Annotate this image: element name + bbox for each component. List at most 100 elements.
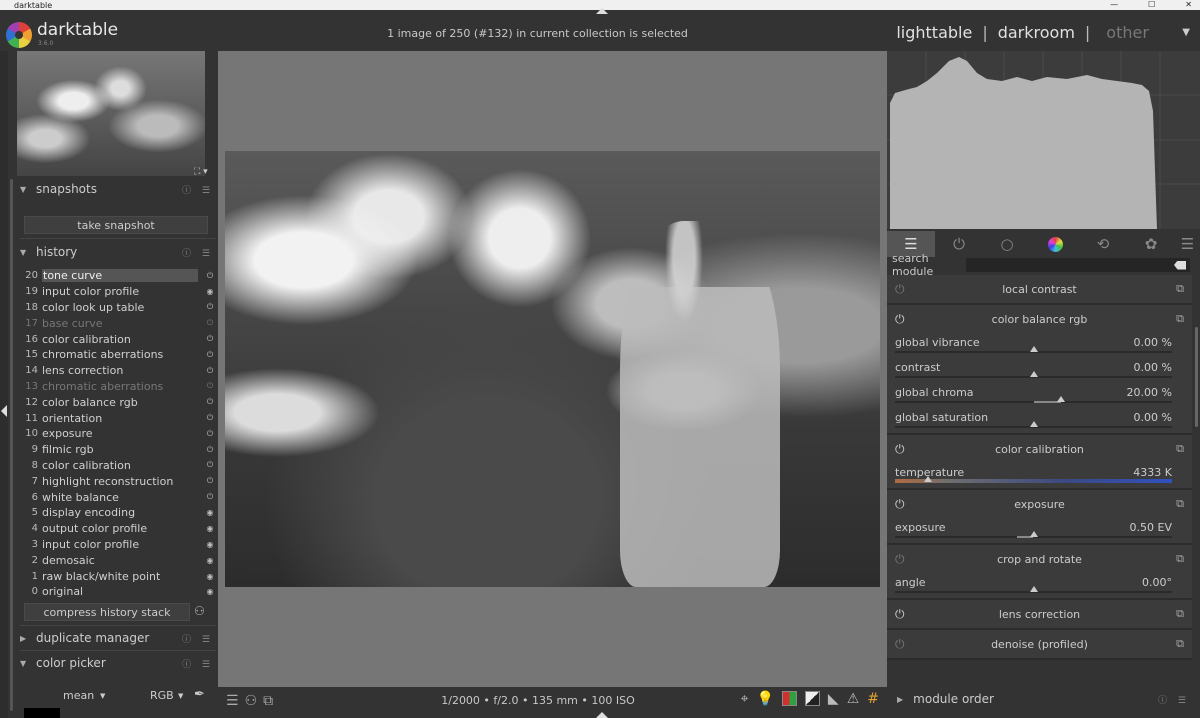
angle-slider[interactable]: angle 0.00° [887, 573, 1192, 598]
module-options-icon[interactable]: ⓘ ☰ [182, 632, 214, 645]
history-item[interactable]: 12 color balance rgb ⏻ [22, 394, 216, 410]
module-header[interactable]: ⏻ color calibration ⧉ [887, 435, 1192, 463]
history-item[interactable]: 3 input color profile ◉ [22, 537, 216, 553]
second-window-icon[interactable]: ⧉ [263, 693, 279, 709]
history-header[interactable]: ▼ history ⓘ ☰ [20, 240, 216, 264]
slider-global-saturation[interactable]: global saturation 0.00 % [887, 408, 1192, 433]
module-options-icon[interactable]: ⓘ ☰ [182, 183, 214, 196]
correct-tab-icon[interactable]: ⟲ [1079, 231, 1127, 257]
power-icon[interactable]: ⏻ [895, 442, 905, 457]
power-icon[interactable]: ⏻ [895, 282, 905, 297]
power-icon[interactable]: ⏻ [895, 552, 905, 567]
slider-global-vibrance[interactable]: global vibrance 0.00 % [887, 333, 1192, 358]
softproof-icon[interactable]: ◣ [828, 691, 839, 707]
module-header[interactable]: ⏻ exposure ⧉ [887, 490, 1192, 518]
history-item[interactable]: 14 lens correction ⏻ [22, 363, 216, 379]
module-header[interactable]: ⏻ local contrast ⧉ [887, 275, 1192, 303]
presets-icon[interactable]: ⧉ [1176, 442, 1184, 456]
slider-handle[interactable] [1029, 586, 1038, 592]
history-item[interactable]: 20 tone curve ⏻ [22, 268, 216, 284]
image-canvas[interactable] [218, 51, 887, 687]
history-item[interactable]: 19 input color profile ◉ [22, 284, 216, 300]
main-photo[interactable] [225, 151, 880, 587]
module-header[interactable]: ⏻ lens correction ⧉ [887, 600, 1192, 628]
picker-space-select[interactable]: RGB [150, 689, 174, 702]
power-icon[interactable]: ⏻ [895, 312, 905, 327]
search-module-input[interactable] [966, 258, 1190, 272]
presets-icon[interactable]: ⧉ [1176, 282, 1184, 296]
slider-handle[interactable] [924, 476, 933, 482]
eyedropper-icon[interactable]: ✒ [194, 687, 205, 702]
power-icon[interactable]: ⏻ [895, 497, 905, 512]
styles-icon[interactable]: ⚇ [245, 693, 264, 709]
navigation-thumbnail[interactable] [17, 51, 205, 176]
history-item[interactable]: 13 chromatic aberrations ⏻ [22, 379, 216, 395]
history-item[interactable]: 0 original ◉ [22, 584, 216, 600]
slider-handle[interactable] [1029, 531, 1038, 537]
presets-icon[interactable]: ⧉ [1176, 607, 1184, 621]
history-item[interactable]: 10 exposure ⏻ [22, 426, 216, 442]
chevron-down-icon[interactable]: ▼ [1182, 27, 1190, 38]
minimize-icon[interactable]: — [1110, 0, 1118, 9]
slider-contrast[interactable]: contrast 0.00 % [887, 358, 1192, 383]
slider-handle[interactable] [1029, 371, 1038, 377]
history-item[interactable]: 4 output color profile ◉ [22, 521, 216, 537]
module-header[interactable]: ⏻ color balance rgb ⧉ [887, 305, 1192, 333]
history-item[interactable]: 2 demosaic ◉ [22, 552, 216, 568]
history-item[interactable]: 6 white balance ⏻ [22, 489, 216, 505]
history-item[interactable]: 1 raw black/white point ◉ [22, 568, 216, 584]
collapse-bottom-panel-icon[interactable] [596, 712, 608, 718]
focus-peaking-icon[interactable]: ⌖ [741, 691, 749, 707]
module-options-icon[interactable]: ⓘ ☰ [182, 657, 214, 670]
chevron-down-icon[interactable]: ▼ [178, 692, 183, 700]
history-item[interactable]: 8 color calibration ⏻ [22, 458, 216, 474]
color-picker-header[interactable]: ▼ color picker ⓘ ☰ [20, 651, 216, 675]
history-item[interactable]: 5 display encoding ◉ [22, 505, 216, 521]
slider-handle[interactable] [1029, 346, 1038, 352]
color-assessment-icon[interactable] [781, 691, 797, 706]
chevron-down-icon[interactable]: ▼ [100, 692, 105, 700]
right-scrollbar[interactable] [1195, 327, 1198, 427]
histogram[interactable] [887, 51, 1200, 229]
base-tab-icon[interactable]: ○ [983, 231, 1031, 257]
slider-handle[interactable] [1057, 396, 1066, 402]
close-icon[interactable]: ✕ [1185, 0, 1192, 9]
history-item[interactable]: 15 chromatic aberrations ⏻ [22, 347, 216, 363]
slider-handle[interactable] [1029, 421, 1038, 427]
compress-history-button[interactable]: compress history stack [24, 603, 190, 621]
collapse-top-panel-icon[interactable] [596, 8, 608, 14]
exposure-slider[interactable]: exposure 0.50 EV [887, 518, 1192, 543]
left-scrollbar[interactable] [10, 179, 13, 711]
presets-icon[interactable]: ⧉ [1176, 497, 1184, 511]
view-darkroom[interactable]: darkroom [998, 23, 1075, 42]
iso12646-icon[interactable]: 💡 [756, 691, 773, 707]
module-header[interactable]: ⏻ denoise (profiled) ⧉ [887, 630, 1192, 658]
history-item[interactable]: 7 highlight reconstruction ⏻ [22, 473, 216, 489]
view-other[interactable]: other [1106, 23, 1182, 42]
history-item[interactable]: 9 filmic rgb ⏻ [22, 442, 216, 458]
maximize-icon[interactable]: ☐ [1148, 0, 1155, 9]
module-header[interactable]: ⏻ crop and rotate ⧉ [887, 545, 1192, 573]
module-options-icon[interactable]: ⓘ ☰ [182, 246, 214, 259]
guides-icon[interactable]: # [867, 691, 879, 707]
gamut-check-icon[interactable]: ⚠ [847, 691, 860, 707]
presets-icon[interactable]: ⧉ [1176, 312, 1184, 326]
duplicate-history-icon[interactable]: ⚇ [194, 604, 205, 618]
temperature-slider[interactable]: temperature 4333 K [887, 463, 1192, 488]
history-item[interactable]: 17 base curve ⏻ [22, 315, 216, 331]
fullscreen-icon[interactable]: ⛶ ▾ [194, 167, 208, 177]
color-tab-icon[interactable] [1031, 231, 1079, 257]
power-icon[interactable]: ⏻ [895, 607, 905, 622]
module-order-header[interactable]: ▶ module order ⓘ ☰ [887, 687, 1200, 711]
clipping-indicator-icon[interactable] [804, 691, 820, 706]
snapshots-header[interactable]: ▼ snapshots ⓘ ☰ [20, 177, 216, 201]
history-item[interactable]: 18 color look up table ⏻ [22, 300, 216, 316]
effect-tab-icon[interactable]: ✿ [1127, 231, 1175, 257]
module-options-icon[interactable]: ⓘ ☰ [1158, 693, 1190, 706]
history-item[interactable]: 16 color calibration ⏻ [22, 331, 216, 347]
presets-icon[interactable]: ⧉ [1176, 552, 1184, 566]
quick-access-icon[interactable]: ☰ [226, 693, 245, 709]
power-icon[interactable]: ⏻ [895, 637, 905, 652]
duplicate-manager-header[interactable]: ▶ duplicate manager ⓘ ☰ [20, 626, 216, 650]
presets-icon[interactable]: ⧉ [1176, 637, 1184, 651]
